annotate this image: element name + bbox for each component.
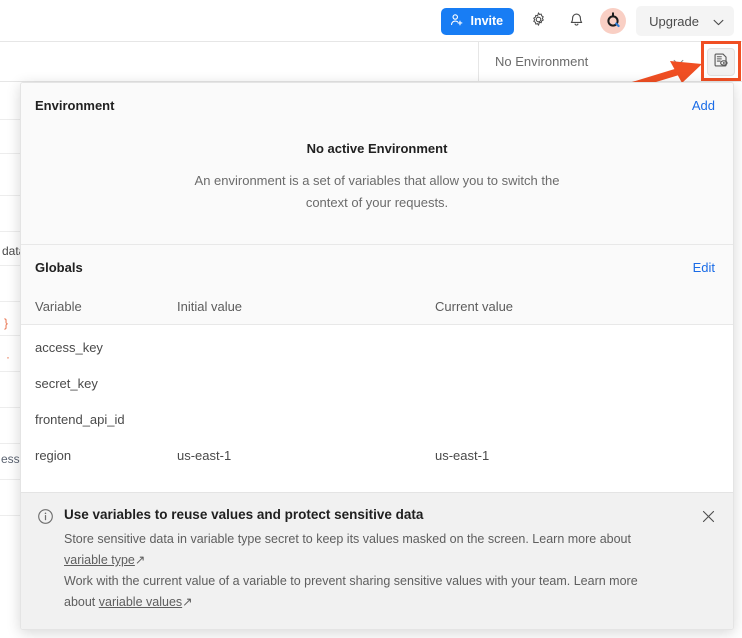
background-row	[0, 336, 21, 372]
background-content-sliver: data } · ess	[0, 82, 21, 638]
info-circle-icon	[37, 508, 54, 613]
variable-type-link[interactable]: variable type	[64, 553, 135, 567]
notifications-button[interactable]	[562, 7, 590, 35]
environment-empty-state: No active Environment An environment is …	[21, 127, 733, 245]
external-link-arrow-icon: ↗	[135, 553, 145, 567]
background-row	[0, 196, 21, 232]
background-text-fragment: }	[4, 316, 8, 330]
environment-section-header: Environment Add	[21, 83, 733, 127]
background-row	[0, 372, 21, 408]
invite-button[interactable]: Invite	[441, 8, 514, 35]
cell-variable: access_key	[35, 340, 177, 355]
callout-paragraph-1: Store sensitive data in variable type se…	[64, 529, 664, 571]
top-app-bar: Invite	[0, 0, 742, 42]
environment-quick-look-panel: Environment Add No active Environment An…	[20, 82, 734, 630]
callout-paragraph-2: Work with the current value of a variabl…	[64, 571, 664, 613]
external-link-arrow-icon: ↗	[182, 595, 192, 609]
background-text-fragment: ess	[1, 452, 20, 466]
column-header-current-value: Current value	[435, 299, 719, 314]
background-row	[0, 480, 21, 516]
edit-globals-link[interactable]: Edit	[693, 260, 715, 275]
environment-quick-look-button[interactable]	[707, 48, 735, 76]
avatar[interactable]	[600, 8, 626, 34]
environment-selector-value: No Environment	[495, 54, 673, 69]
callout-body: Use variables to reuse values and protec…	[64, 507, 689, 613]
background-text-fragment: data	[2, 244, 21, 258]
user-avatar-icon	[603, 10, 623, 33]
cell-initial-value: us-east-1	[177, 448, 435, 463]
environment-bar: No Environment	[0, 42, 742, 82]
globals-table-header: Variable Initial value Current value	[21, 289, 733, 325]
person-plus-icon	[450, 13, 464, 30]
table-row[interactable]: secret_key	[21, 365, 733, 401]
column-header-variable: Variable	[35, 299, 177, 314]
bell-icon	[568, 11, 585, 31]
chevron-down-icon	[673, 54, 684, 69]
background-row	[0, 82, 21, 120]
top-bar-actions: Invite	[441, 0, 734, 42]
chevron-down-icon	[713, 14, 724, 29]
gear-icon	[530, 11, 547, 31]
cell-current-value: us-east-1	[435, 448, 719, 463]
upgrade-button[interactable]: Upgrade	[636, 6, 734, 36]
environment-empty-description: An environment is a set of variables tha…	[187, 170, 567, 214]
environment-quick-look-icon	[713, 52, 730, 72]
variables-info-callout: Use variables to reuse values and protec…	[21, 492, 733, 629]
close-callout-button[interactable]	[699, 507, 717, 525]
variable-values-link[interactable]: variable values	[99, 595, 182, 609]
environment-selector[interactable]: No Environment	[478, 42, 696, 81]
environment-empty-title: No active Environment	[21, 141, 733, 156]
cell-variable: secret_key	[35, 376, 177, 391]
globals-section-title: Globals	[35, 260, 693, 275]
cell-variable: frontend_api_id	[35, 412, 177, 427]
globals-table-body: access_key secret_key frontend_api_id re…	[21, 325, 733, 489]
callout-title: Use variables to reuse values and protec…	[64, 507, 689, 522]
background-row	[0, 408, 21, 444]
add-environment-link[interactable]: Add	[692, 98, 715, 113]
table-row[interactable]: access_key	[21, 329, 733, 365]
background-row	[0, 154, 21, 196]
background-row	[0, 120, 21, 154]
column-header-initial-value: Initial value	[177, 299, 435, 314]
callout-line1-text: Store sensitive data in variable type se…	[64, 532, 631, 546]
table-row[interactable]: region us-east-1 us-east-1	[21, 437, 733, 473]
settings-button[interactable]	[524, 7, 552, 35]
environment-section-title: Environment	[35, 98, 692, 113]
cell-variable: region	[35, 448, 177, 463]
table-row[interactable]: frontend_api_id	[21, 401, 733, 437]
upgrade-button-label: Upgrade	[649, 14, 699, 29]
background-text-fragment: ·	[6, 350, 10, 364]
background-row	[0, 266, 21, 302]
invite-button-label: Invite	[470, 14, 503, 28]
globals-section-header: Globals Edit	[21, 245, 733, 289]
